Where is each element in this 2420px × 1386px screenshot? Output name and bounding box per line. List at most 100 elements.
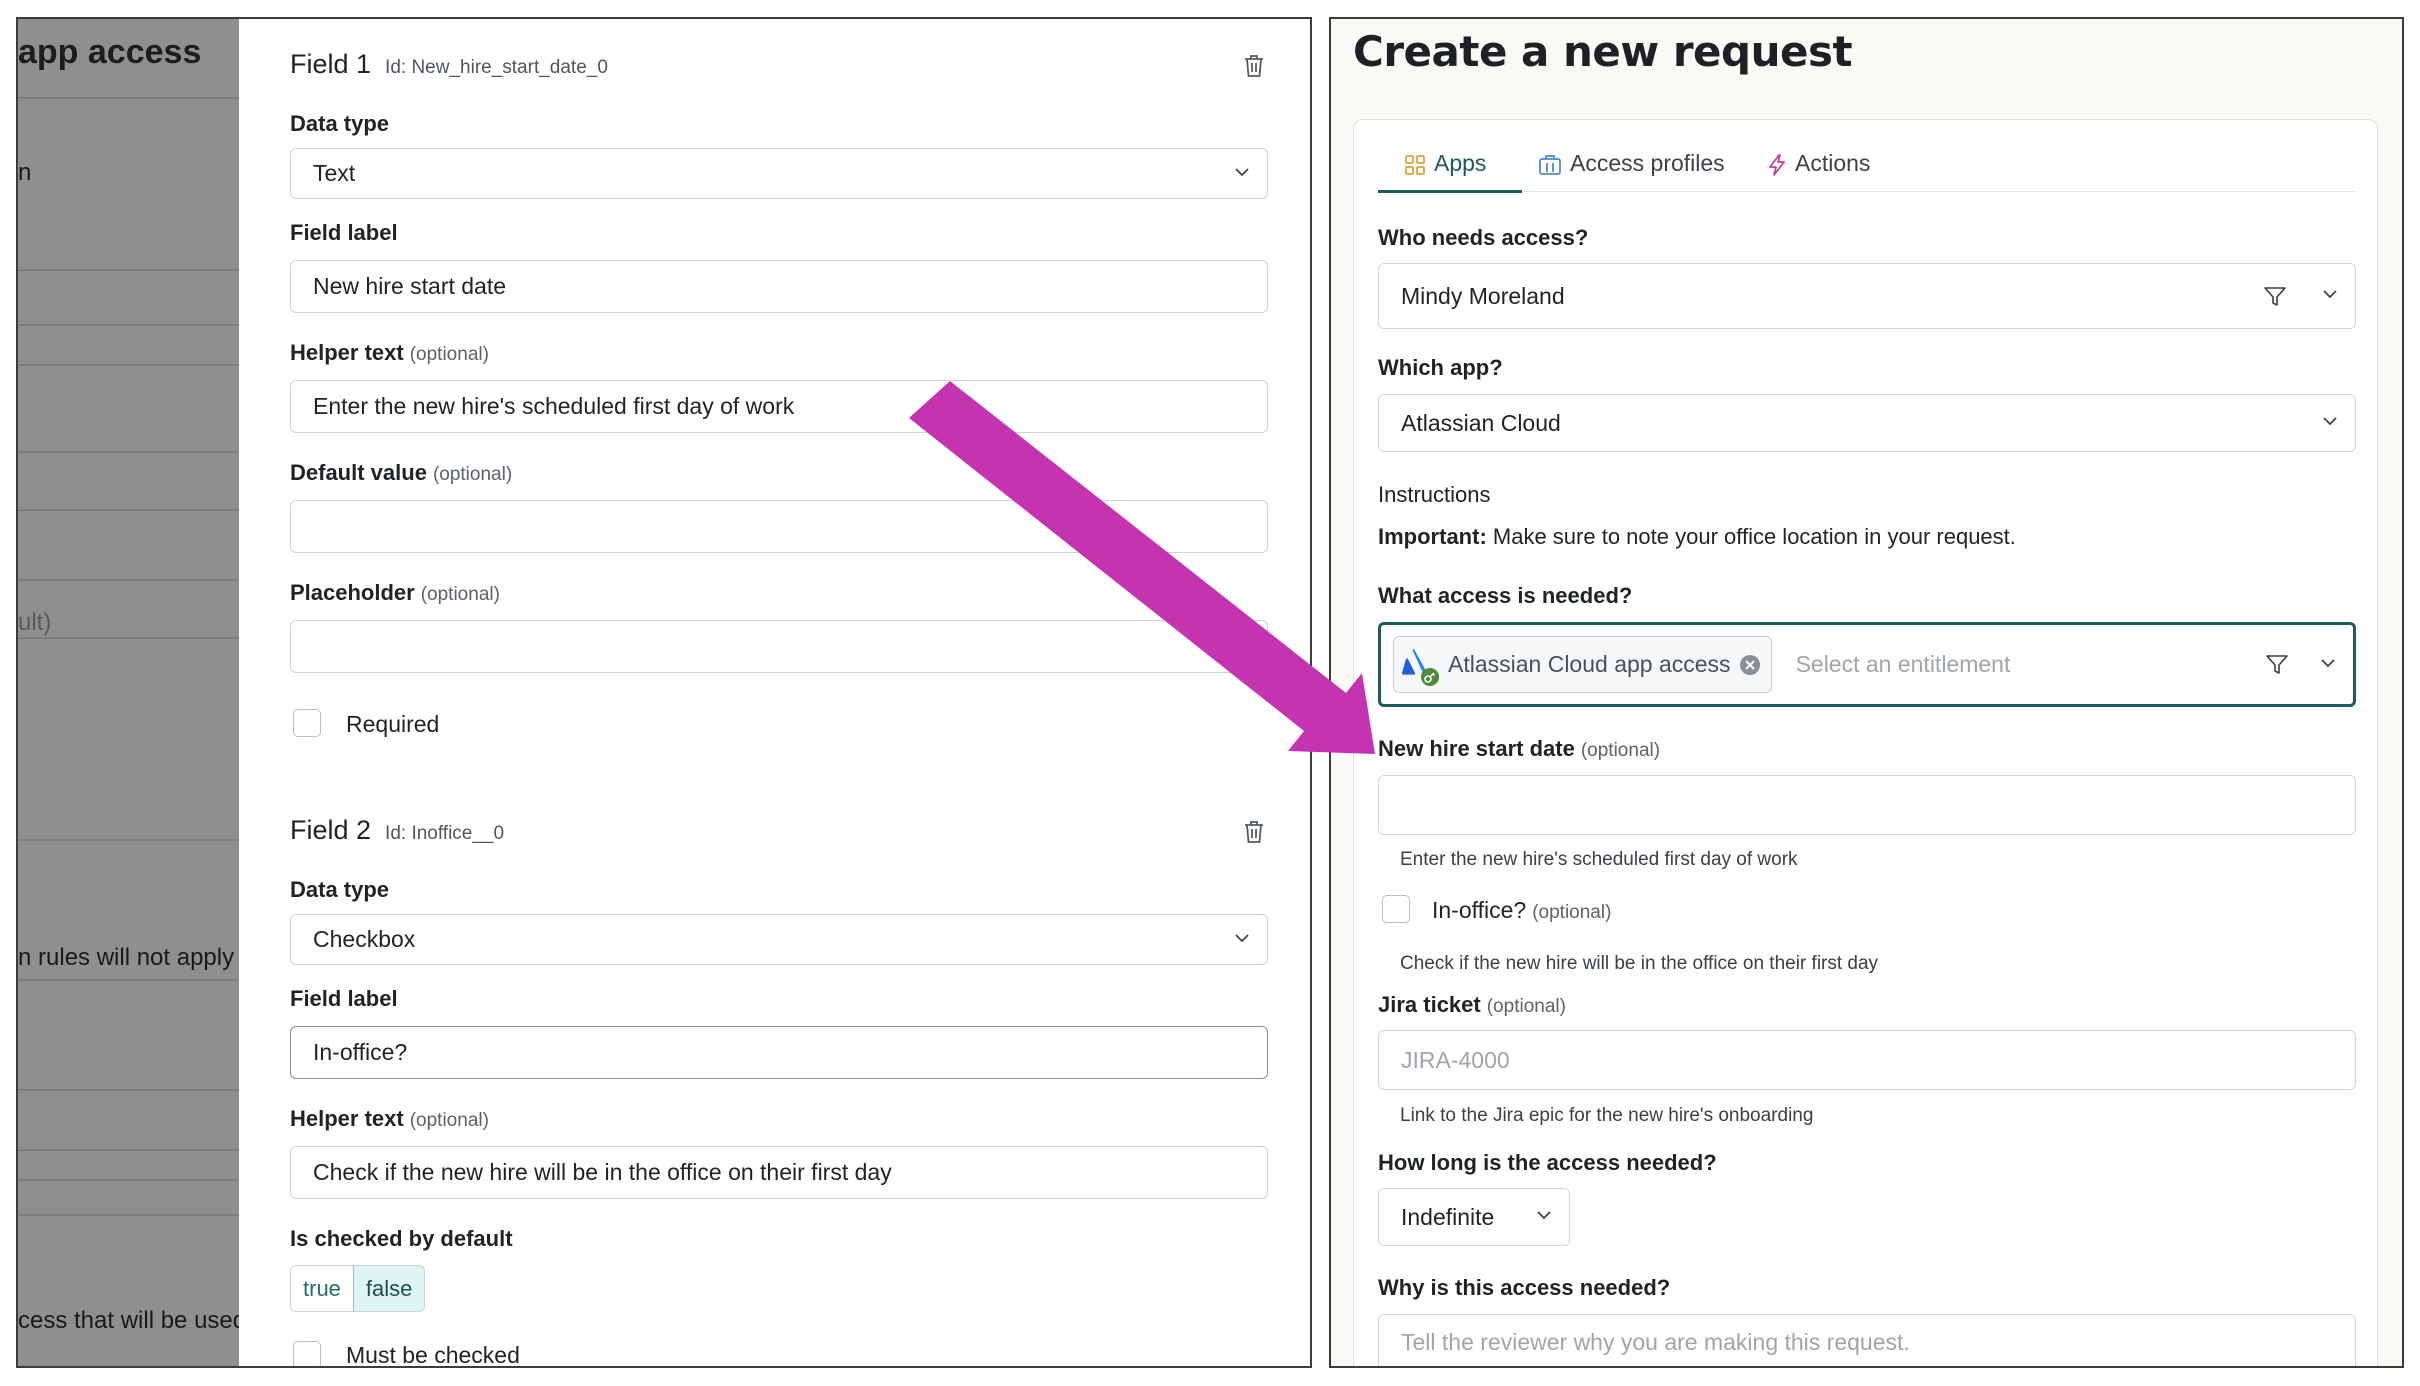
chevron-down-icon bbox=[2323, 417, 2337, 426]
chevron-down-icon bbox=[1235, 167, 1249, 176]
filter-icon[interactable] bbox=[2263, 285, 2287, 309]
field-label-label: Field label bbox=[290, 986, 398, 1011]
tab-label: Apps bbox=[1434, 150, 1487, 176]
jira-ticket-placeholder: JIRA-4000 bbox=[1401, 1046, 1510, 1073]
placeholder-input[interactable] bbox=[290, 620, 1268, 673]
who-needs-access-select[interactable]: Mindy Moreland bbox=[1378, 263, 2356, 329]
chevron-down-icon bbox=[2323, 290, 2337, 299]
field-editor-drawer: Field 1 Id: New_hire_start_date_0 Data t… bbox=[239, 19, 1310, 1366]
checked-default-label: Is checked by default bbox=[290, 1226, 513, 1251]
jira-ticket-help: Link to the Jira epic for the new hire's… bbox=[1400, 1105, 1814, 1126]
background-text: ult) bbox=[18, 609, 52, 636]
checked-default-toggle: true false bbox=[290, 1265, 426, 1312]
default-value-input[interactable] bbox=[290, 500, 1268, 553]
optional-tag: (optional) bbox=[409, 1110, 489, 1131]
page-title: Create a new request bbox=[1353, 27, 1853, 76]
instructions-text: Important: Make sure to note your office… bbox=[1378, 524, 2016, 550]
who-needs-access-value: Mindy Moreland bbox=[1401, 282, 1565, 309]
field-2-header: Field 2 Id: Inoffice__0 bbox=[290, 815, 504, 846]
data-type-label: Data type bbox=[290, 111, 390, 136]
required-checkbox[interactable] bbox=[293, 709, 321, 737]
toggle-false-option[interactable]: false bbox=[352, 1266, 425, 1311]
in-office-checkbox[interactable] bbox=[1382, 895, 1410, 923]
helper-text-value: Check if the new hire will be in the off… bbox=[313, 1159, 892, 1185]
which-app-label: Which app? bbox=[1378, 355, 1503, 380]
data-type-value: Text bbox=[313, 160, 356, 186]
duration-label: How long is the access needed? bbox=[1378, 1150, 1717, 1175]
tab-access-profiles[interactable]: Access profiles bbox=[1538, 150, 1725, 192]
chevron-down-icon bbox=[2321, 658, 2335, 667]
why-needed-placeholder: Tell the reviewer why you are making thi… bbox=[1401, 1329, 1910, 1355]
optional-tag: (optional) bbox=[1580, 740, 1661, 761]
in-office-label: In-office? (optional) bbox=[1432, 897, 1611, 924]
background-page-title: app access bbox=[18, 33, 202, 71]
data-type-select[interactable]: Text bbox=[290, 148, 1268, 199]
start-date-help: Enter the new hire's scheduled first day… bbox=[1400, 849, 1798, 870]
instructions-label: Instructions bbox=[1378, 482, 1491, 507]
duration-value: Indefinite bbox=[1401, 1203, 1495, 1230]
remove-chip-icon[interactable] bbox=[1739, 654, 1761, 676]
tab-label: Actions bbox=[1795, 150, 1871, 176]
placeholder-label-text: Placeholder bbox=[290, 580, 415, 605]
field-label-value: In-office? bbox=[313, 1039, 408, 1065]
instructions-body: Make sure to note your office location i… bbox=[1492, 524, 2016, 549]
default-value-label-text: Default value bbox=[290, 460, 427, 485]
default-value-label: Default value (optional) bbox=[290, 460, 512, 486]
grid-icon bbox=[1405, 155, 1425, 175]
atlassian-logo-icon bbox=[1402, 648, 1439, 686]
helper-text-label: Helper text (optional) bbox=[290, 340, 489, 366]
helper-text-label: Helper text (optional) bbox=[290, 1106, 489, 1132]
start-date-label: New hire start date (optional) bbox=[1378, 736, 1660, 762]
in-office-label-text: In-office? bbox=[1432, 897, 1527, 923]
placeholder-label: Placeholder (optional) bbox=[290, 580, 500, 606]
tab-actions[interactable]: Actions bbox=[1767, 150, 1870, 192]
who-needs-access-label: Who needs access? bbox=[1378, 225, 1589, 250]
field-1-header: Field 1 Id: New_hire_start_date_0 bbox=[290, 49, 608, 80]
field-title: Field 2 bbox=[290, 815, 372, 845]
helper-text-input[interactable]: Check if the new hire will be in the off… bbox=[290, 1146, 1268, 1199]
helper-text-label-text: Helper text bbox=[290, 1106, 404, 1131]
chevron-down-icon bbox=[1537, 1211, 1551, 1220]
field-label-input[interactable]: In-office? bbox=[290, 1026, 1268, 1079]
must-be-checked-checkbox[interactable] bbox=[293, 1341, 321, 1366]
helper-text-input[interactable]: Enter the new hire's scheduled first day… bbox=[290, 380, 1268, 433]
helper-text-label-text: Helper text bbox=[290, 340, 404, 365]
entitlement-chip-label: Atlassian Cloud app access bbox=[1448, 651, 1731, 677]
data-type-value: Checkbox bbox=[313, 926, 416, 952]
data-type-label: Data type bbox=[290, 877, 390, 902]
instructions-bold: Important: bbox=[1378, 524, 1487, 549]
start-date-label-text: New hire start date bbox=[1378, 736, 1575, 761]
jira-ticket-input[interactable]: JIRA-4000 bbox=[1378, 1030, 2356, 1090]
optional-tag: (optional) bbox=[1486, 996, 1566, 1017]
toggle-true-option[interactable]: true bbox=[291, 1266, 353, 1311]
optional-tag: (optional) bbox=[1532, 902, 1612, 923]
why-needed-textarea[interactable]: Tell the reviewer why you are making thi… bbox=[1378, 1314, 2356, 1366]
what-access-label: What access is needed? bbox=[1378, 583, 1633, 608]
in-office-help: Check if the new hire will be in the off… bbox=[1400, 953, 1879, 974]
background-text: n bbox=[18, 159, 32, 186]
background-text: cess that will be used bbox=[18, 1307, 247, 1334]
which-app-select[interactable]: Atlassian Cloud bbox=[1378, 394, 2356, 452]
filter-icon[interactable] bbox=[2265, 653, 2289, 677]
trash-icon[interactable] bbox=[1242, 819, 1266, 845]
start-date-input[interactable] bbox=[1378, 775, 2356, 835]
field-label-value: New hire start date bbox=[313, 273, 507, 299]
jira-ticket-label: Jira ticket (optional) bbox=[1378, 992, 1566, 1018]
optional-tag: (optional) bbox=[420, 584, 500, 605]
field-label-input[interactable]: New hire start date bbox=[290, 260, 1268, 313]
optional-tag: (optional) bbox=[432, 464, 513, 485]
jira-ticket-label-text: Jira ticket bbox=[1378, 992, 1481, 1017]
request-form-card: Apps Access profiles Actions Who needs a… bbox=[1353, 119, 2378, 1366]
entitlement-select[interactable]: Atlassian Cloud app access Select an ent… bbox=[1378, 622, 2356, 707]
duration-select[interactable]: Indefinite bbox=[1378, 1188, 1570, 1246]
entitlement-chip: Atlassian Cloud app access bbox=[1393, 636, 1772, 693]
data-type-select[interactable]: Checkbox bbox=[290, 914, 1268, 965]
required-label: Required bbox=[346, 711, 440, 737]
tab-apps[interactable]: Apps bbox=[1378, 150, 1522, 193]
why-needed-label: Why is this access needed? bbox=[1378, 1275, 1671, 1300]
trash-icon[interactable] bbox=[1242, 53, 1266, 79]
field-editor-panel: app access n ult) n rules will not apply… bbox=[16, 17, 1312, 1368]
request-form-panel: Create a new request Apps Access profile… bbox=[1329, 17, 2404, 1368]
tab-label: Access profiles bbox=[1570, 150, 1725, 176]
field-label-label: Field label bbox=[290, 220, 398, 245]
